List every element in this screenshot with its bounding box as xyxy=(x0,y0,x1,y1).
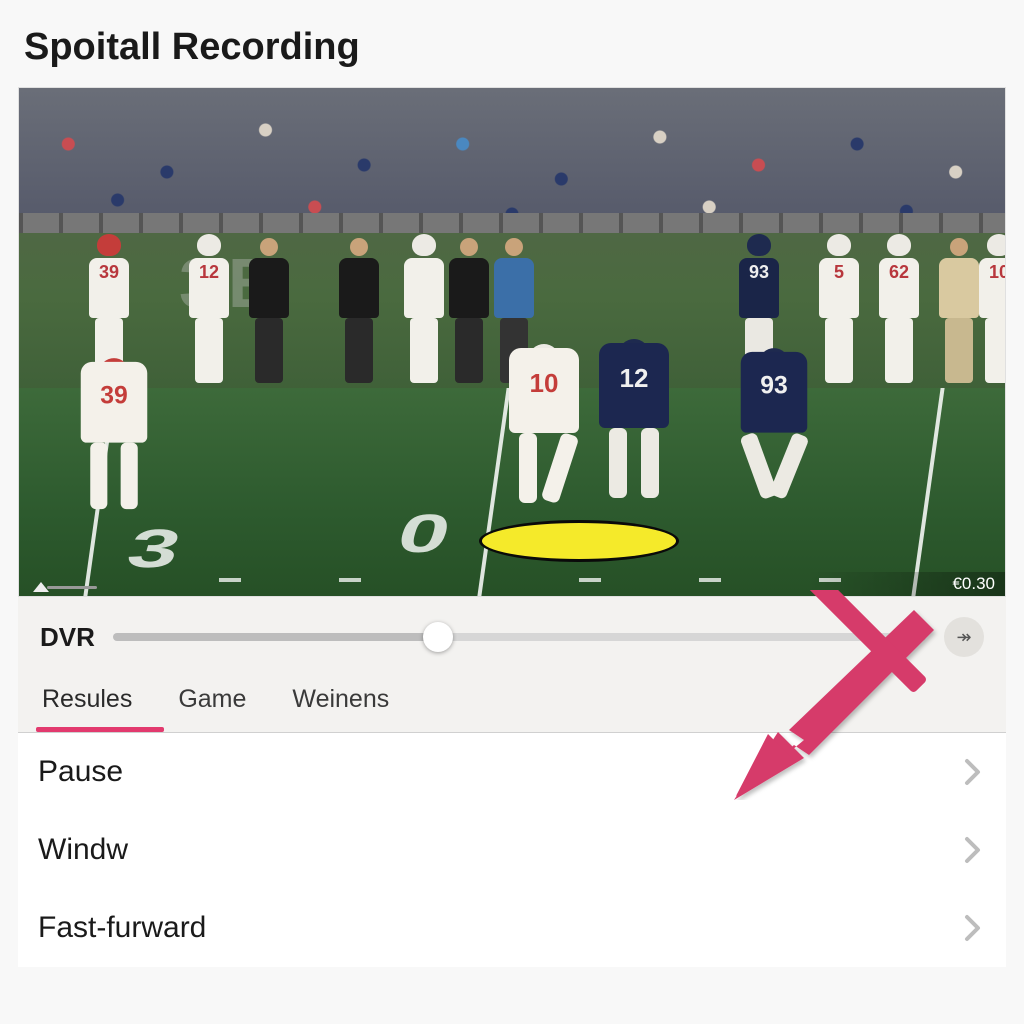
player-sideline: 10 xyxy=(979,238,1006,388)
list-item-label: Pause xyxy=(38,755,123,789)
tab-weinens[interactable]: Weinens xyxy=(290,679,391,732)
chevron-right-icon xyxy=(964,836,982,864)
jersey-number: 10 xyxy=(509,368,579,399)
player-highlight-ring xyxy=(479,520,679,562)
player-main: 10 xyxy=(509,348,579,503)
jersey-number: 5 xyxy=(819,262,859,283)
skip-forward-button[interactable]: ↠ xyxy=(944,617,984,657)
player-sideline: 62 xyxy=(879,238,919,388)
action-list: Pause Windw Fast-furward xyxy=(18,733,1006,967)
dvr-slider-thumb[interactable] xyxy=(423,622,453,652)
list-item-windw[interactable]: Windw xyxy=(18,811,1006,889)
player-main: 39 xyxy=(81,362,148,509)
yard-line xyxy=(911,388,944,596)
field: 3 0 39 10 12 xyxy=(19,388,1005,596)
jersey-number: 12 xyxy=(599,363,669,394)
list-item-label: Windw xyxy=(38,833,128,867)
video-overlay-text: €0.30 xyxy=(952,574,995,594)
helmet-icon xyxy=(412,234,436,256)
tab-active-indicator xyxy=(36,727,164,732)
video-progress-strip[interactable]: €0.30 xyxy=(19,572,1005,596)
jersey-number: 93 xyxy=(739,262,779,283)
jersey-number: 39 xyxy=(81,381,148,410)
list-item-label: Fast-furward xyxy=(38,911,206,945)
video-card: 39 12 93 5 62 10 xyxy=(18,87,1006,733)
tab-game[interactable]: Game xyxy=(176,679,248,732)
staff-sideline xyxy=(939,238,979,388)
list-item-fast-furward[interactable]: Fast-furward xyxy=(18,889,1006,967)
video-player[interactable]: 39 12 93 5 62 10 xyxy=(18,87,1006,597)
mini-progress[interactable] xyxy=(47,586,97,589)
dvr-label: DVR xyxy=(40,622,95,653)
helmet-icon xyxy=(827,234,851,256)
dvr-row: DVR ↠ xyxy=(18,597,1006,669)
player-sideline: 5 xyxy=(819,238,859,388)
chevron-right-icon xyxy=(964,758,982,786)
jersey-number: 93 xyxy=(741,371,808,400)
jersey-number: 39 xyxy=(89,262,129,283)
yard-line xyxy=(478,388,511,596)
tabs: Resules Game Weinens xyxy=(18,669,1006,732)
helmet-icon xyxy=(987,234,1006,256)
jersey-number: 62 xyxy=(879,262,919,283)
helmet-icon xyxy=(747,234,771,256)
skip-forward-icon: ↠ xyxy=(956,627,971,648)
list-item-pause[interactable]: Pause xyxy=(18,733,1006,811)
staff-sideline xyxy=(249,238,289,388)
tab-resules[interactable]: Resules xyxy=(40,679,134,732)
helmet-icon xyxy=(887,234,911,256)
jersey-number: 12 xyxy=(189,262,229,283)
player-main: 12 xyxy=(599,343,669,498)
yard-number: 0 xyxy=(390,504,458,566)
page-title: Spoitall Recording xyxy=(24,26,1006,69)
helmet-icon xyxy=(197,234,221,256)
staff-sideline xyxy=(339,238,379,388)
player-sideline: 12 xyxy=(189,238,229,388)
player-sideline xyxy=(404,238,444,388)
crowd-backdrop xyxy=(19,88,1005,228)
chevron-right-icon xyxy=(964,914,982,942)
jersey-number: 10 xyxy=(979,262,1006,283)
dvr-slider[interactable] xyxy=(113,633,926,641)
player-main: 93 xyxy=(741,352,808,499)
helmet-icon xyxy=(97,234,121,256)
staff-sideline xyxy=(449,238,489,388)
